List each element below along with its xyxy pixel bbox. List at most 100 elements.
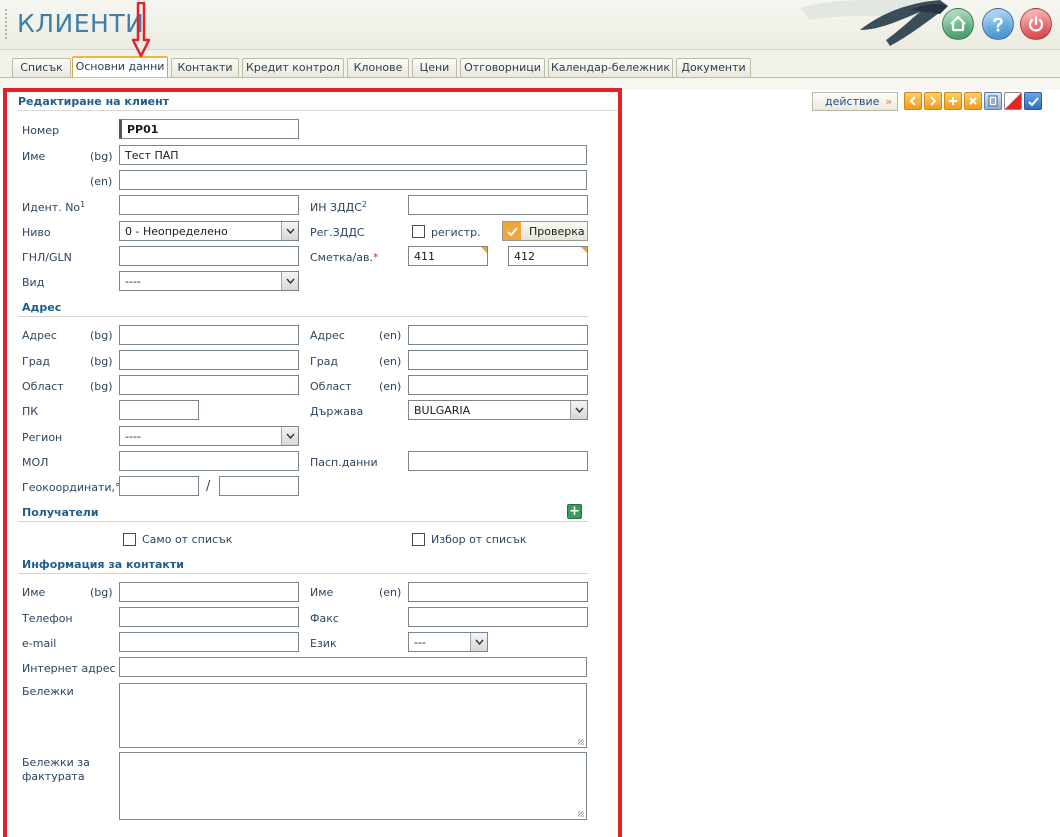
only-from-list-checkbox[interactable] (123, 533, 136, 546)
gln-field[interactable] (119, 246, 299, 266)
phone-field[interactable] (119, 607, 299, 627)
region-bg-lang: (bg) (90, 380, 113, 393)
form-title-divider (18, 110, 618, 111)
geo-lat-field[interactable] (119, 476, 199, 496)
chevron-down-icon (570, 401, 587, 419)
city-bg-field[interactable] (119, 350, 299, 370)
confirm-button[interactable] (1024, 92, 1042, 110)
account-label-text: Сметка/ав. (310, 251, 373, 264)
chevron-down-icon (281, 427, 298, 445)
vat-id-label: ИН ЗДДС2 (310, 200, 367, 214)
name-en-field[interactable] (119, 170, 587, 190)
postcode-field[interactable] (119, 400, 199, 420)
help-icon (993, 17, 1003, 32)
power-icon (1028, 15, 1044, 32)
name-lang-bg: (bg) (90, 150, 113, 163)
country-select[interactable]: BULGARIA (408, 400, 588, 420)
recipients-divider (18, 521, 588, 522)
kind-value: ---- (125, 275, 141, 288)
delete-button[interactable] (964, 92, 982, 110)
contact-name-bg-label: Име (22, 586, 46, 599)
contact-name-en-lang: (en) (379, 586, 402, 599)
gln-label: ГНЛ/GLN (22, 251, 72, 264)
next-icon (930, 96, 937, 106)
city-en-field[interactable] (408, 350, 588, 370)
district-select[interactable]: ---- (119, 426, 299, 446)
region-bg-field[interactable] (119, 375, 299, 395)
language-select[interactable]: --- (408, 632, 488, 652)
website-field[interactable] (119, 657, 587, 677)
choose-from-list-checkbox[interactable] (412, 533, 425, 546)
name-bg-field[interactable]: Тест ПАП (119, 145, 587, 165)
action-button[interactable]: действие » (812, 92, 898, 111)
tab-responsible[interactable]: Отговорници (460, 58, 545, 77)
level-select[interactable]: 0 - Неопределено (119, 221, 299, 241)
tab-branches[interactable]: Клонове (347, 58, 409, 77)
address-section-title: Адрес (22, 301, 62, 314)
ident-label: Идент. No1 (22, 200, 85, 214)
next-button[interactable] (924, 92, 942, 110)
add-recipient-button[interactable]: + (567, 504, 582, 519)
logout-button[interactable] (1020, 8, 1052, 40)
vat-id-field[interactable] (408, 195, 588, 215)
invoice-notes-textarea[interactable] (119, 752, 587, 820)
print-button[interactable] (984, 92, 1002, 110)
tab-credit-control[interactable]: Кредит контрол (242, 58, 344, 77)
page-title: КЛИЕНТИ (17, 9, 145, 38)
kind-select[interactable]: ---- (119, 271, 299, 291)
color-button[interactable] (1004, 92, 1022, 110)
kind-label: Вид (22, 276, 45, 289)
help-button[interactable] (982, 8, 1014, 40)
tab-calendar[interactable]: Календар-бележник (548, 58, 673, 77)
geo-lon-field[interactable] (219, 476, 299, 496)
only-from-list-label: Само от списък (142, 533, 233, 546)
contact-name-bg-field[interactable] (119, 582, 299, 602)
language-label: Език (310, 637, 337, 650)
address-en-field[interactable] (408, 325, 588, 345)
vat-id-footnote: 2 (361, 200, 368, 209)
contact-name-en-field[interactable] (408, 582, 588, 602)
passport-field[interactable] (408, 451, 588, 471)
city-en-lang: (en) (379, 355, 402, 368)
account-field-2[interactable]: 412 (508, 246, 588, 266)
fax-field[interactable] (408, 607, 588, 627)
vat-check-button-label: Проверка (529, 224, 585, 238)
contact-name-en-label: Име (310, 586, 334, 599)
city-en-label: Град (310, 355, 339, 368)
tab-basic-data[interactable]: Основни данни (72, 56, 168, 78)
ident-footnote: 1 (80, 200, 86, 209)
address-bg-label: Адрес (22, 329, 57, 342)
prev-button[interactable] (904, 92, 922, 110)
name-lang-en: (en) (90, 175, 113, 188)
home-button[interactable] (942, 8, 974, 40)
vat-check-button[interactable]: Проверка (502, 221, 588, 241)
geo-separator: / (206, 479, 211, 494)
city-bg-label: Град (22, 355, 51, 368)
chevron-down-icon (281, 222, 298, 240)
phone-label: Телефон (22, 612, 73, 625)
number-field[interactable]: PP01 (119, 119, 299, 139)
contact-name-bg-lang: (bg) (90, 586, 113, 599)
tab-contacts[interactable]: Контакти (171, 58, 239, 77)
email-field[interactable] (119, 632, 299, 652)
tab-list[interactable]: Списък (12, 58, 71, 77)
vat-registered-label: регистр. (431, 226, 481, 239)
address-en-lang: (en) (379, 329, 402, 342)
district-value: ---- (125, 430, 141, 443)
notes-textarea[interactable] (119, 683, 587, 748)
website-label: Интернет адрес (22, 662, 116, 675)
mol-field[interactable] (119, 451, 299, 471)
tab-documents[interactable]: Документи (676, 58, 751, 77)
region-en-field[interactable] (408, 375, 588, 395)
vat-registered-checkbox[interactable] (412, 225, 425, 238)
address-bg-field[interactable] (119, 325, 299, 345)
add-button[interactable] (944, 92, 962, 110)
language-value: --- (414, 636, 426, 649)
geo-label: Геокоординати,° (22, 481, 121, 494)
tab-prices[interactable]: Цени (412, 58, 457, 77)
account-field-1[interactable]: 411 (408, 246, 488, 266)
district-label: Регион (22, 431, 63, 444)
mol-label: МОЛ (22, 456, 49, 469)
plus-icon: + (569, 504, 580, 519)
ident-field[interactable] (119, 195, 299, 215)
